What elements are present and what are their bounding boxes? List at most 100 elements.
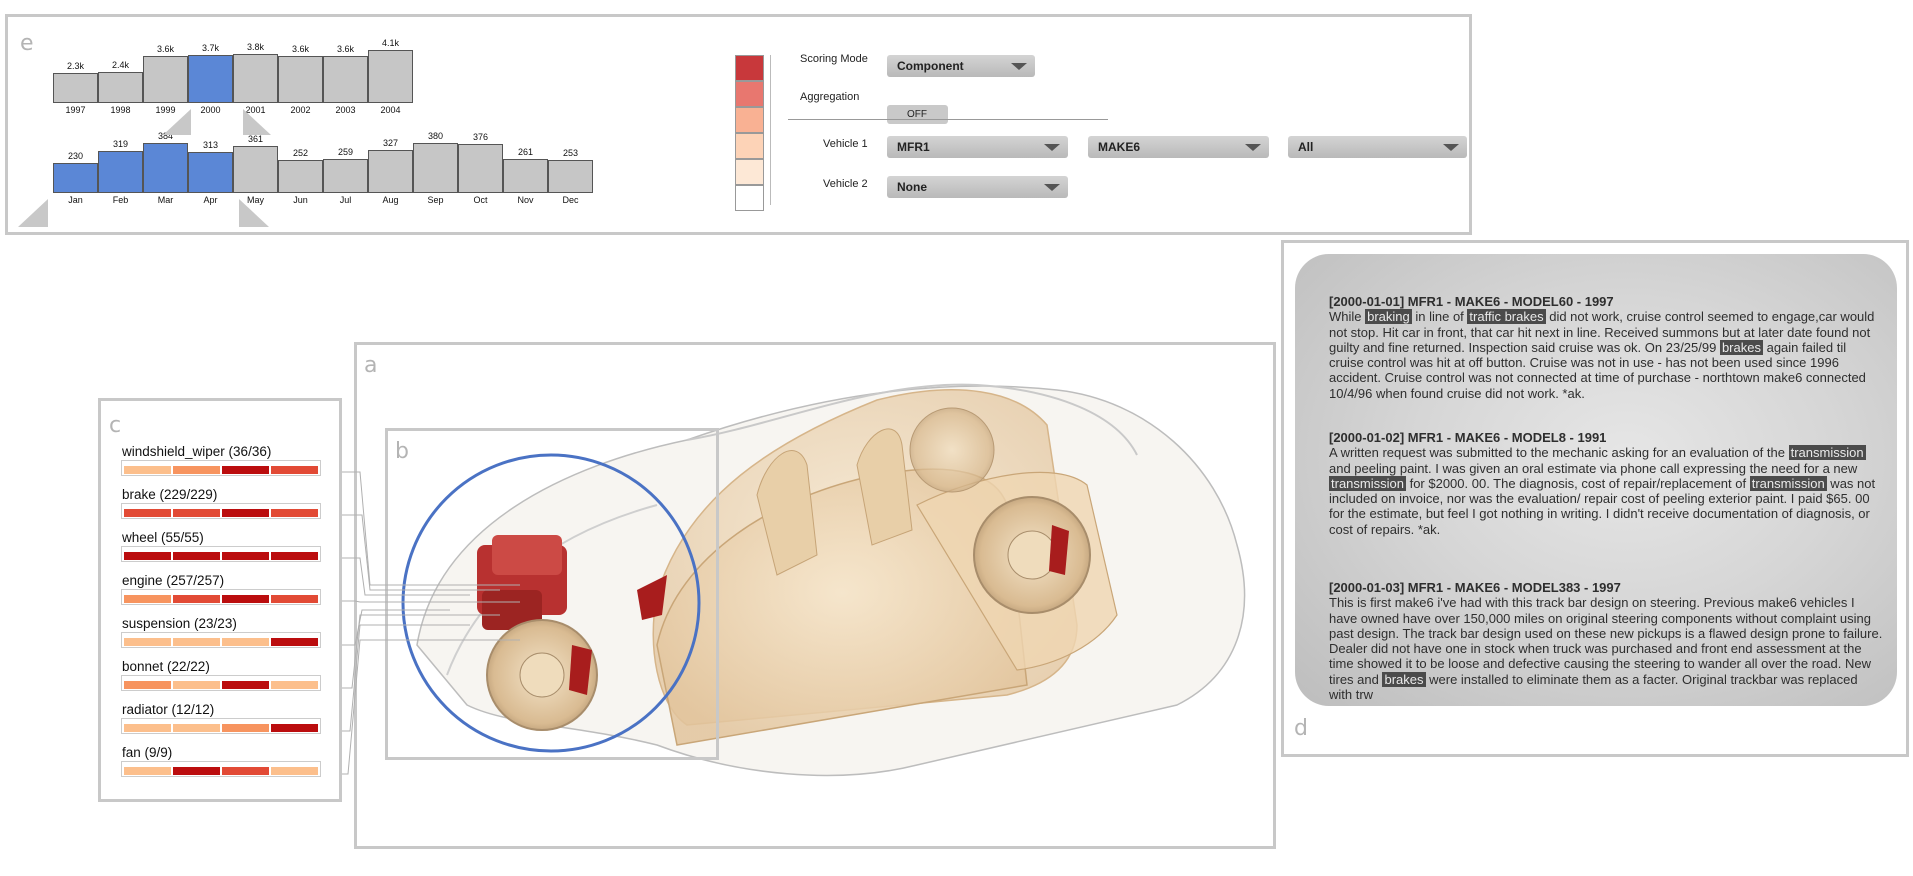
year-bar-fill[interactable] xyxy=(53,73,98,103)
month-bar-fill[interactable] xyxy=(548,160,593,193)
month-brush-left-handle[interactable] xyxy=(18,199,48,227)
component-item[interactable]: suspension (23/23) xyxy=(121,616,321,648)
year-bar-1998[interactable]: 2.4k 1998 xyxy=(98,39,143,115)
month-bar-aug[interactable]: 327 Aug xyxy=(368,129,413,205)
complaint-header: [2000-01-03] MFR1 - MAKE6 - MODEL383 - 1… xyxy=(1329,580,1621,595)
month-bar-label: Jan xyxy=(68,195,83,205)
scoring-mode-dropdown[interactable]: Component xyxy=(887,55,1035,77)
year-bar-fill[interactable] xyxy=(98,72,143,103)
highlighted-keyword[interactable]: braking xyxy=(1365,309,1412,325)
component-score-segment xyxy=(271,681,318,689)
highlighted-keyword[interactable]: brakes xyxy=(1719,339,1763,355)
month-bar-fill[interactable] xyxy=(458,144,503,193)
vehicle1-label: Vehicle 1 xyxy=(823,138,868,150)
month-bar-fill[interactable] xyxy=(233,146,278,193)
month-bar-label: Sep xyxy=(427,195,444,205)
month-bar-jul[interactable]: 259 Jul xyxy=(323,129,368,205)
highlighted-keyword[interactable]: transmission xyxy=(1329,475,1406,491)
complaint-text: and peeling paint. I was given an oral e… xyxy=(1329,460,1858,476)
month-bar-fill[interactable] xyxy=(143,143,188,193)
month-bar-may[interactable]: 361 May xyxy=(233,129,278,205)
month-bar-apr[interactable]: 313 Apr xyxy=(188,129,233,205)
month-bar-oct[interactable]: 376 Oct xyxy=(458,129,503,205)
component-score-segment xyxy=(173,466,220,474)
component-score-segment xyxy=(124,681,171,689)
month-bar-fill[interactable] xyxy=(323,159,368,193)
year-bar-2000[interactable]: 3.7k 2000 xyxy=(188,39,233,115)
highlighted-keyword[interactable]: traffic brakes xyxy=(1467,309,1546,325)
component-name: bonnet (22/22) xyxy=(122,659,210,674)
year-bar-1997[interactable]: 2.3k 1997 xyxy=(53,39,98,115)
month-bar-dec[interactable]: 253 Dec xyxy=(548,129,593,205)
month-bar-fill[interactable] xyxy=(188,152,233,193)
aggregation-toggle[interactable]: OFF xyxy=(887,105,948,124)
month-bar-fill[interactable] xyxy=(53,163,98,193)
complaint-entry: [2000-01-01] MFR1 - MAKE6 - MODEL60 - 19… xyxy=(1329,294,1884,401)
year-bar-fill[interactable] xyxy=(278,56,323,103)
complaint-text-bubble[interactable]: [2000-01-01] MFR1 - MAKE6 - MODEL60 - 19… xyxy=(1295,254,1897,706)
component-item[interactable]: fan (9/9) xyxy=(121,745,321,777)
month-bar-fill[interactable] xyxy=(368,150,413,193)
month-bar-value: 261 xyxy=(517,147,534,157)
month-bar-label: Jul xyxy=(339,195,352,205)
month-bar-sep[interactable]: 380 Sep xyxy=(413,129,458,205)
component-score-segment xyxy=(173,724,220,732)
focus-region[interactable]: b xyxy=(385,428,719,760)
year-bar-fill[interactable] xyxy=(233,54,278,103)
complaint-header: [2000-01-01] MFR1 - MAKE6 - MODEL60 - 19… xyxy=(1329,294,1614,309)
year-bar-2001[interactable]: 3.8k 2001 xyxy=(233,39,278,115)
highlighted-keyword[interactable]: transmission xyxy=(1749,475,1827,491)
year-bar-2002[interactable]: 3.6k 2002 xyxy=(278,39,323,115)
component-name: fan (9/9) xyxy=(122,745,173,760)
year-bar-fill[interactable] xyxy=(323,56,368,103)
month-bar-mar[interactable]: 384 Mar xyxy=(143,129,188,205)
component-score-segment xyxy=(271,466,318,474)
vehicle1-model-dropdown[interactable]: All xyxy=(1288,136,1467,158)
month-bar-fill[interactable] xyxy=(278,160,323,193)
year-bar-value: 3.6k xyxy=(291,44,309,54)
component-item[interactable]: bonnet (22/22) xyxy=(121,659,321,691)
component-item[interactable]: radiator (12/12) xyxy=(121,702,321,734)
vehicle2-value: None xyxy=(897,180,927,194)
component-score-segment xyxy=(173,638,220,646)
complaint-entry: [2000-01-03] MFR1 - MAKE6 - MODEL383 - 1… xyxy=(1329,580,1884,702)
component-score-segment xyxy=(271,638,318,646)
panel-e-label: e xyxy=(20,31,34,56)
month-bar-jun[interactable]: 252 Jun xyxy=(278,129,323,205)
month-bar-fill[interactable] xyxy=(413,143,458,193)
highlighted-keyword[interactable]: brakes xyxy=(1382,671,1426,687)
component-name: wheel (55/55) xyxy=(122,530,204,545)
vehicle1-make-dropdown[interactable]: MAKE6 xyxy=(1088,136,1269,158)
month-brush-right-handle[interactable] xyxy=(239,199,269,227)
component-item[interactable]: brake (229/229) xyxy=(121,487,321,519)
year-bar-value: 3.6k xyxy=(156,44,174,54)
year-bar-fill[interactable] xyxy=(143,56,188,103)
month-bar-fill[interactable] xyxy=(503,159,548,193)
month-bar-fill[interactable] xyxy=(98,151,143,193)
year-brush-right-handle[interactable] xyxy=(243,109,271,135)
vehicle1-mfr-dropdown[interactable]: MFR1 xyxy=(887,136,1068,158)
legend-swatch xyxy=(735,55,764,81)
legend-swatch xyxy=(735,107,764,133)
year-brush-left-handle[interactable] xyxy=(163,109,191,135)
component-score-segment xyxy=(124,552,171,560)
highlighted-keyword[interactable]: transmission xyxy=(1788,445,1866,461)
month-bar-feb[interactable]: 319 Feb xyxy=(98,129,143,205)
year-bar-fill[interactable] xyxy=(368,50,413,103)
month-bar-value: 259 xyxy=(337,147,354,157)
component-item[interactable]: wheel (55/55) xyxy=(121,530,321,562)
month-bar-label: Nov xyxy=(517,195,534,205)
month-bar-nov[interactable]: 261 Nov xyxy=(503,129,548,205)
legend-divider xyxy=(770,55,771,205)
year-bar-2003[interactable]: 3.6k 2003 xyxy=(323,39,368,115)
year-bar-1999[interactable]: 3.6k 1999 xyxy=(143,39,188,115)
year-bar-fill[interactable] xyxy=(188,55,233,103)
vehicle2-dropdown[interactable]: None xyxy=(887,176,1068,198)
year-bar-value: 3.6k xyxy=(336,44,354,54)
month-bar-jan[interactable]: 230 Jan xyxy=(53,129,98,205)
year-bar-2004[interactable]: 4.1k 2004 xyxy=(368,38,413,115)
complaint-text: A written request was submitted to the m… xyxy=(1329,445,1789,461)
component-name: suspension (23/23) xyxy=(122,616,237,631)
component-item[interactable]: engine (257/257) xyxy=(121,573,321,605)
component-item[interactable]: windshield_wiper (36/36) xyxy=(121,444,321,476)
